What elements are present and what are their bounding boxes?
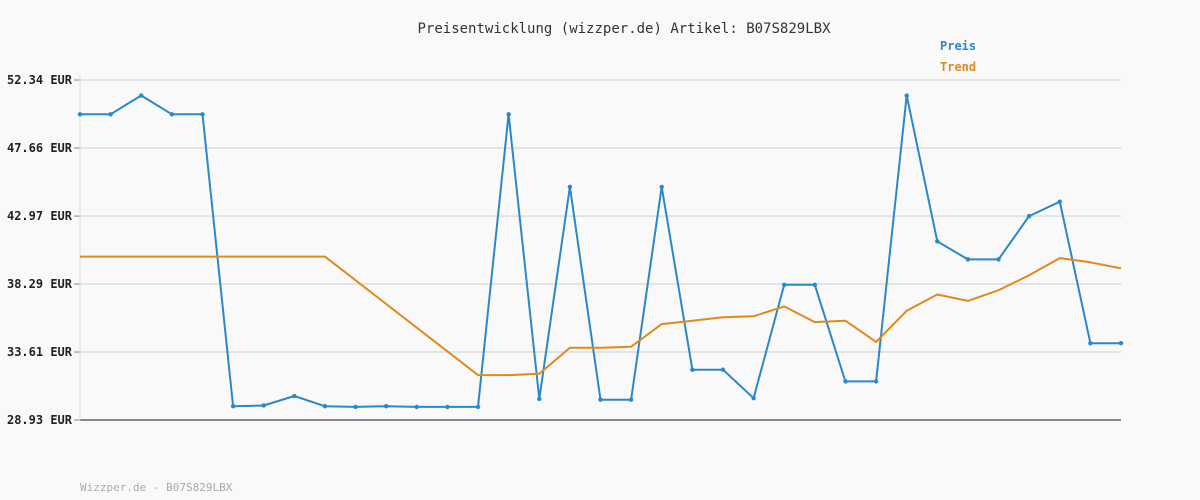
y-tick-label: 42.97 EUR [7,209,73,223]
data-point-preis [200,112,205,117]
data-point-preis [383,404,389,409]
data-point-preis [322,404,328,409]
data-point-preis [261,403,266,408]
data-point-preis [690,367,695,372]
data-point-preis [1088,340,1093,346]
data-point-preis [751,396,756,401]
data-point-preis [537,396,542,402]
grid-layer [80,79,1121,354]
data-point-preis [230,404,236,409]
legend-entry-trend: Trend [940,60,976,74]
footer-watermark: Wizzper.de - B07S829LBX [80,481,233,494]
y-tick-label: 28.93 EUR [7,413,73,427]
series-line-preis [80,94,1121,408]
data-point-preis [720,367,726,372]
price-chart: Preisentwicklung (wizzper.de) Artikel: B… [0,0,1200,500]
data-point-preis [965,257,971,262]
data-point-preis [475,404,481,410]
data-point-preis [904,93,909,98]
data-point-preis [659,184,664,190]
data-point-preis [628,397,634,402]
data-point-preis [782,282,787,287]
axis-layer: 52.34 EUR 47.66 EUR 42.97 EUR 38.29 EUR 33.6… [7,73,1121,427]
data-point-preis [139,93,144,98]
chart-svg: Preisentwicklung (wizzper.de) Artikel: B… [7,21,1124,494]
data-point-preis [843,379,848,384]
y-tick-label: 38.29 EUR [7,277,73,291]
data-point-preis [812,282,818,287]
legend: Preis Trend [940,39,976,74]
data-point-preis [567,184,573,190]
data-point-preis [506,112,511,117]
data-point-preis [996,257,1001,262]
y-tick-label: 33.61 EUR [7,345,73,359]
data-point-preis [598,397,603,402]
data-point-preis [108,112,113,117]
series-line-trend [80,255,1122,377]
legend-entry-preis: Preis [940,39,976,53]
data-point-preis [935,239,940,244]
data-point-preis [77,112,83,117]
y-tick-label: 47.66 EUR [7,141,73,155]
data-point-preis [414,404,419,410]
data-point-preis [292,393,297,399]
data-point-preis [1057,199,1062,204]
chart-title: Preisentwicklung (wizzper.de) Artikel: B… [417,21,831,37]
series-layer [77,93,1124,410]
data-point-preis [169,112,175,117]
data-point-preis [1118,340,1124,346]
data-point-preis [873,379,879,384]
data-point-preis [1026,213,1032,219]
y-tick-label: 52.34 EUR [7,73,73,87]
data-point-preis [353,404,358,410]
data-point-preis [445,404,450,410]
